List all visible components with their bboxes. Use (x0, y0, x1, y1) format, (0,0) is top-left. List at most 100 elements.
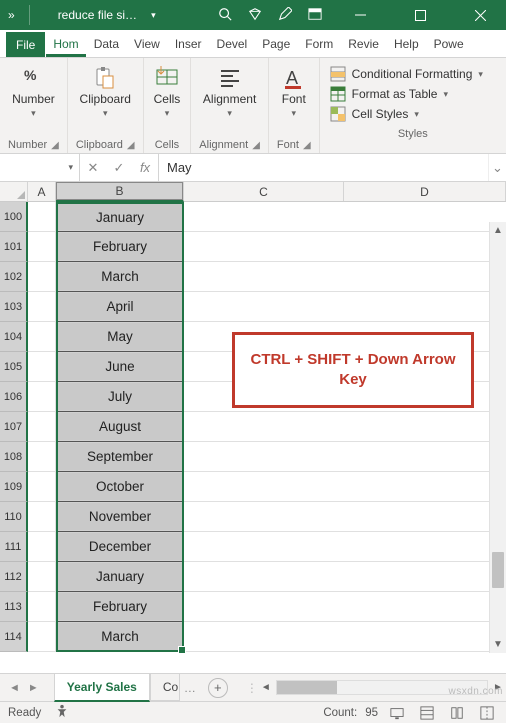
formula-input[interactable]: May (159, 154, 488, 181)
tab-data[interactable]: Data (87, 31, 126, 57)
cell[interactable]: November (56, 502, 184, 532)
cell[interactable] (184, 592, 506, 622)
cell[interactable] (184, 532, 506, 562)
cell[interactable]: July (56, 382, 184, 412)
title-dropdown-icon[interactable]: ▾ (151, 10, 156, 21)
cell[interactable]: January (56, 202, 184, 232)
scroll-left-icon[interactable]: ◄ (258, 680, 274, 696)
cell[interactable] (28, 502, 56, 532)
row-header[interactable]: 114 (0, 622, 28, 652)
row-header[interactable]: 112 (0, 562, 28, 592)
cell[interactable] (184, 202, 506, 232)
select-all-button[interactable] (0, 182, 28, 201)
accessibility-icon[interactable] (55, 704, 69, 721)
tab-power[interactable]: Powe (427, 31, 471, 57)
minimize-button[interactable] (338, 0, 382, 30)
cells-button[interactable]: Cells▾ (152, 62, 183, 123)
page-break-view-icon[interactable] (476, 705, 498, 721)
row-header[interactable]: 109 (0, 472, 28, 502)
cell[interactable] (184, 442, 506, 472)
cell[interactable]: September (56, 442, 184, 472)
column-header-a[interactable]: A (28, 182, 56, 201)
close-button[interactable] (458, 0, 502, 30)
dialog-launcher-icon[interactable]: ◢ (252, 140, 260, 151)
page-layout-view-icon[interactable] (446, 705, 468, 721)
cell[interactable]: December (56, 532, 184, 562)
cell[interactable]: March (56, 622, 184, 652)
cell[interactable] (28, 202, 56, 232)
row-header[interactable]: 101 (0, 232, 28, 262)
cell[interactable] (184, 562, 506, 592)
diamond-icon[interactable] (248, 7, 262, 24)
pencil-icon[interactable] (278, 7, 292, 24)
tab-view[interactable]: View (127, 31, 167, 57)
cell[interactable]: October (56, 472, 184, 502)
vertical-scrollbar[interactable]: ▲ ▼ (489, 222, 506, 653)
cell[interactable]: March (56, 262, 184, 292)
cell[interactable] (28, 562, 56, 592)
maximize-button[interactable] (398, 0, 442, 30)
cell[interactable]: August (56, 412, 184, 442)
cell[interactable] (28, 292, 56, 322)
row-header[interactable]: 104 (0, 322, 28, 352)
cell[interactable] (28, 622, 56, 652)
cell[interactable] (28, 352, 56, 382)
row-header[interactable]: 107 (0, 412, 28, 442)
tab-review[interactable]: Revie (341, 31, 386, 57)
sheet-tabs-more[interactable]: … (180, 675, 200, 701)
column-header-c[interactable]: C (184, 182, 344, 201)
nav-next-icon[interactable]: ► (25, 680, 42, 696)
cell[interactable] (28, 322, 56, 352)
qat-more[interactable]: » (8, 8, 15, 22)
cell[interactable] (28, 472, 56, 502)
normal-view-icon[interactable] (416, 705, 438, 721)
cell[interactable] (184, 412, 506, 442)
number-format-button[interactable]: % Number▾ (8, 62, 59, 123)
cell[interactable] (184, 292, 506, 322)
display-settings-icon[interactable] (386, 705, 408, 721)
hscroll-thumb[interactable] (277, 681, 337, 694)
tab-file[interactable]: File (6, 32, 45, 57)
dialog-launcher-icon[interactable]: ◢ (51, 140, 59, 151)
format-as-table-button[interactable]: Format as Table ▾ (330, 84, 496, 104)
cell[interactable] (184, 502, 506, 532)
row-header[interactable]: 100 (0, 202, 28, 232)
font-button[interactable]: A Font▾ (277, 62, 311, 123)
sheet-nav[interactable]: ◄► (0, 680, 48, 696)
cell[interactable] (184, 262, 506, 292)
cell[interactable] (28, 592, 56, 622)
column-header-b[interactable]: B (56, 182, 184, 202)
tab-insert[interactable]: Inser (168, 31, 209, 57)
row-header[interactable]: 108 (0, 442, 28, 472)
tab-home[interactable]: Hom (46, 31, 85, 57)
row-header[interactable]: 113 (0, 592, 28, 622)
cancel-formula-button[interactable]: ✕ (80, 160, 106, 176)
cell[interactable] (184, 232, 506, 262)
conditional-formatting-button[interactable]: Conditional Formatting ▾ (330, 64, 496, 84)
row-header[interactable]: 106 (0, 382, 28, 412)
fx-button[interactable]: fx (132, 160, 158, 175)
sheet-tab[interactable]: Co (150, 673, 180, 701)
scroll-up-icon[interactable]: ▲ (490, 222, 506, 239)
tab-help[interactable]: Help (387, 31, 426, 57)
dialog-launcher-icon[interactable]: ◢ (303, 140, 311, 151)
dialog-launcher-icon[interactable]: ◢ (127, 140, 135, 151)
cell[interactable]: April (56, 292, 184, 322)
cell[interactable]: May (56, 322, 184, 352)
enter-formula-button[interactable]: ✓ (106, 160, 132, 176)
cell[interactable]: January (56, 562, 184, 592)
cell[interactable]: June (56, 352, 184, 382)
cell[interactable] (184, 622, 506, 652)
search-icon[interactable] (218, 7, 232, 24)
alignment-button[interactable]: Alignment▾ (199, 62, 260, 123)
scroll-down-icon[interactable]: ▼ (490, 636, 506, 653)
cell[interactable] (28, 382, 56, 412)
row-header[interactable]: 110 (0, 502, 28, 532)
ribbon-display-icon[interactable] (308, 7, 322, 24)
tab-developer[interactable]: Devel (210, 31, 255, 57)
name-box[interactable]: ▾ (0, 154, 80, 181)
row-header[interactable]: 111 (0, 532, 28, 562)
paste-button[interactable]: Clipboard▾ (76, 62, 135, 123)
tab-formulas[interactable]: Form (298, 31, 340, 57)
cell[interactable] (28, 412, 56, 442)
